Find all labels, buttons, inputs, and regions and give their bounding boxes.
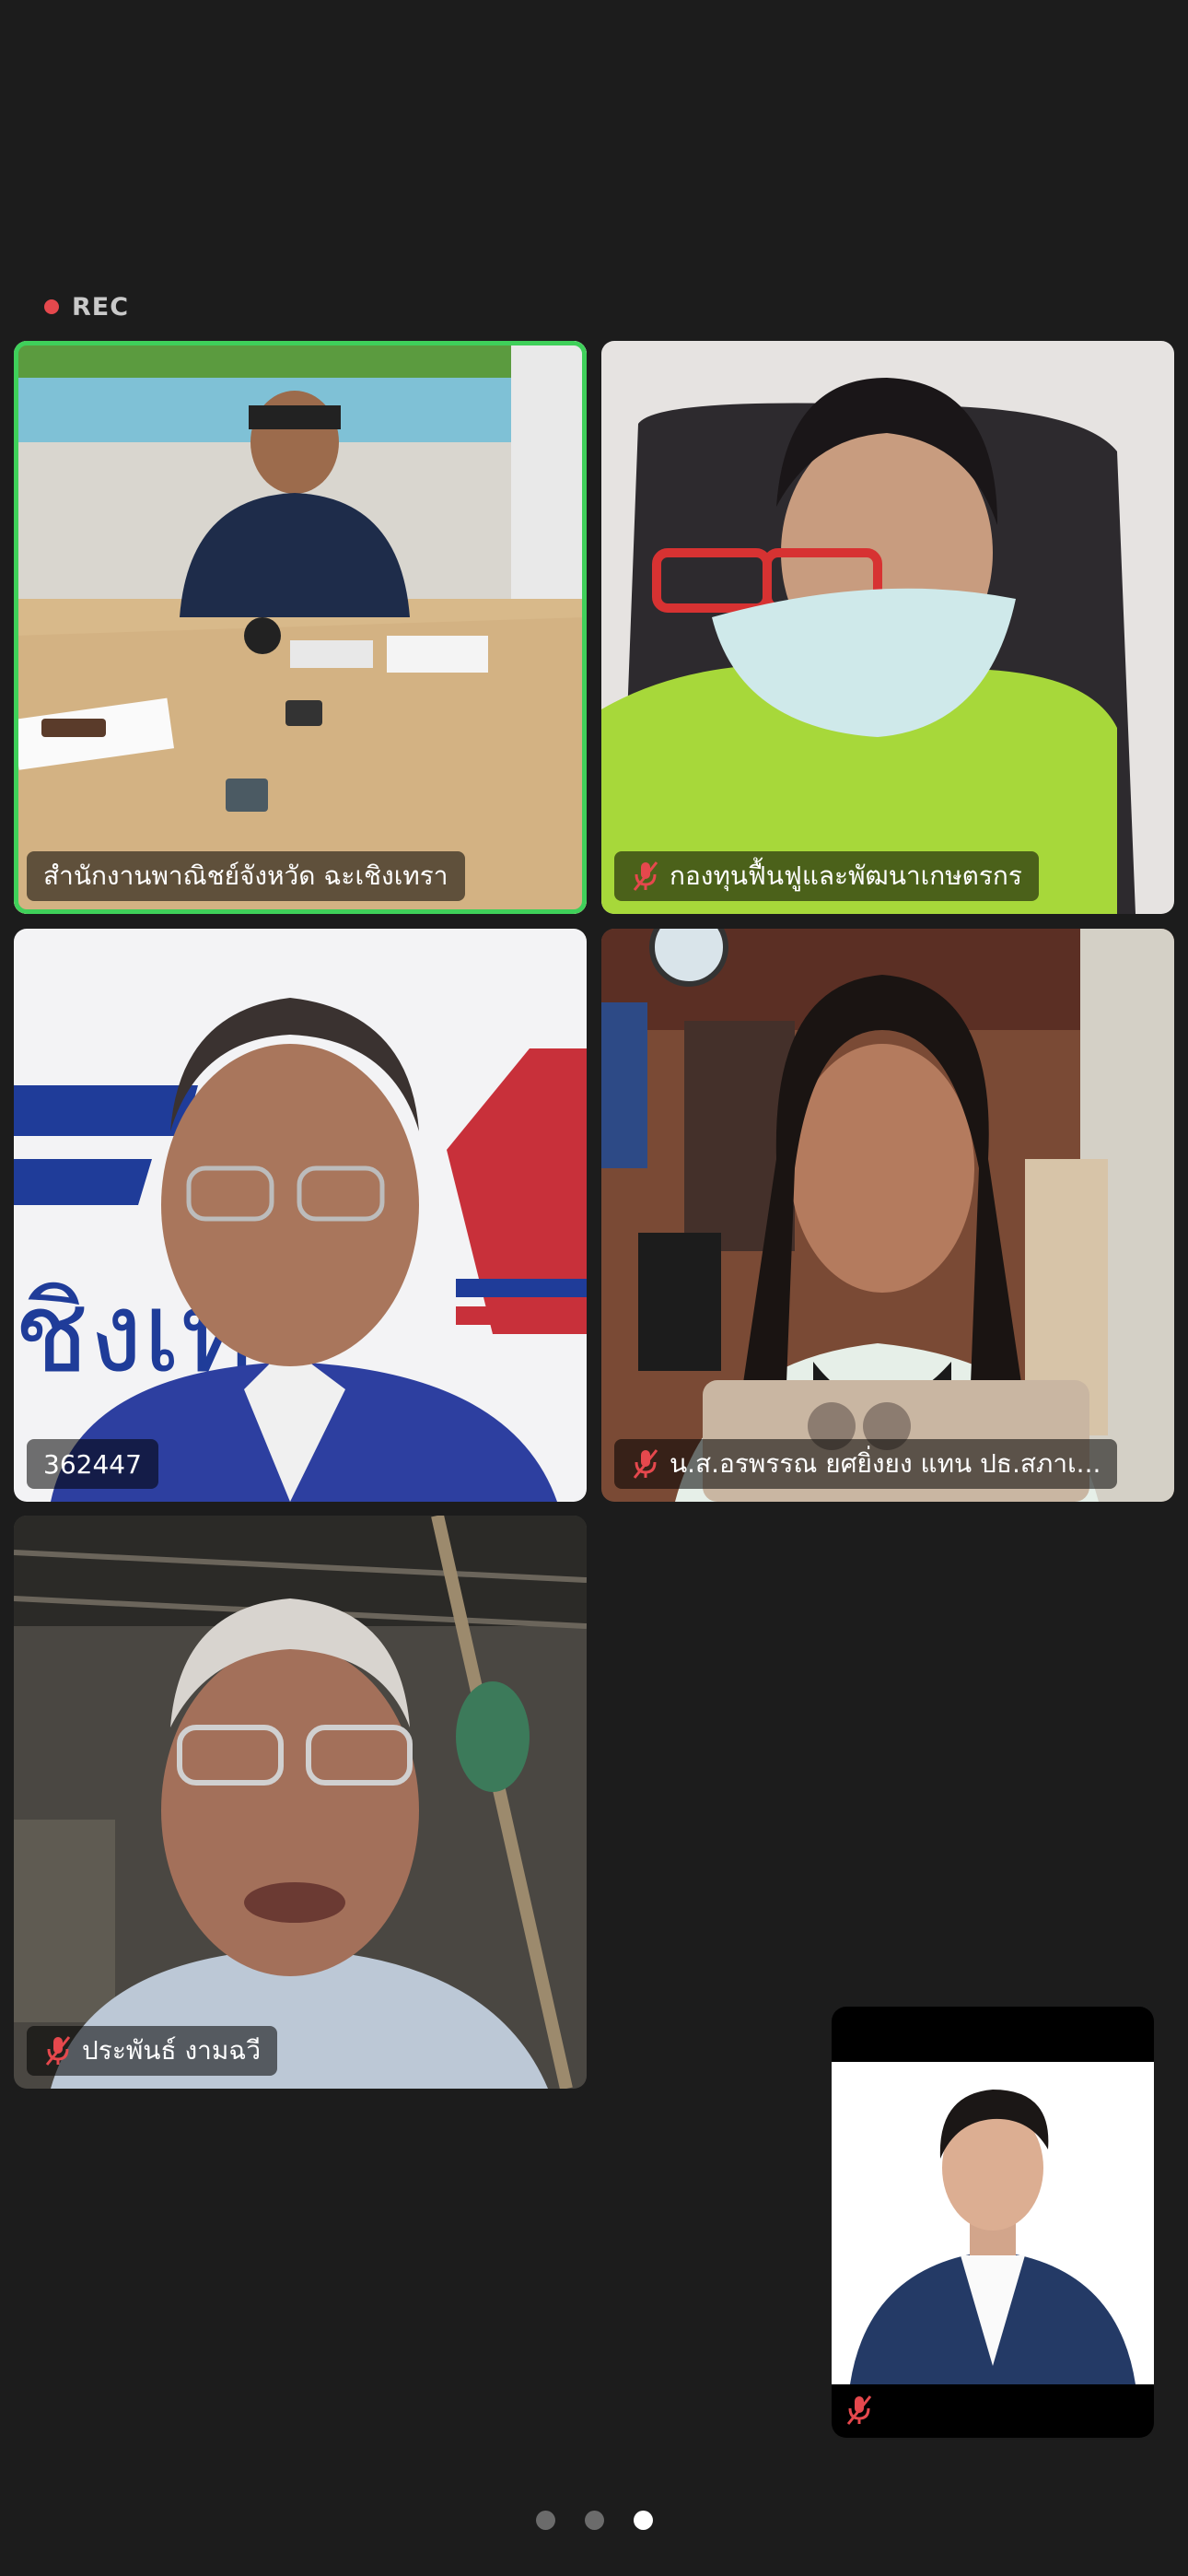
page-indicator — [0, 2511, 1188, 2530]
participant-video-5 — [14, 1516, 587, 2089]
page-dot-1[interactable] — [535, 2511, 555, 2530]
recording-indicator: REC — [44, 287, 129, 326]
participant-name-5: ประพันธ์ งามฉวี — [82, 2035, 262, 2066]
mic-muted-icon — [846, 2395, 872, 2425]
participant-video-4 — [601, 929, 1174, 1502]
participant-name-tag-3: 362447 — [27, 1439, 158, 1489]
participant-name-tag-1: สำนักงานพาณิชย์จังหวัด ฉะเชิงเทรา — [27, 851, 465, 901]
participant-video-1 — [14, 341, 587, 914]
mic-muted-icon — [45, 2036, 71, 2066]
participant-name-tag-2: กองทุนฟื้นฟูและพัฒนาเกษตรกร — [614, 851, 1039, 901]
participant-video-2 — [601, 341, 1174, 914]
mic-muted-icon — [633, 1449, 658, 1479]
participant-video-3: ชิงเท — [14, 929, 587, 1502]
participant-tile-5[interactable]: ประพันธ์ งามฉวี — [14, 1516, 587, 2089]
participant-name-tag-4: น.ส.อรพรรณ ยศยิ่งยง แทน ปธ.สภาเ... — [614, 1439, 1118, 1489]
participant-tile-1[interactable]: สำนักงานพาณิชย์จังหวัด ฉะเชิงเทรา — [14, 341, 587, 914]
participant-tile-4[interactable]: น.ส.อรพรรณ ยศยิ่งยง แทน ปธ.สภาเ... — [601, 929, 1174, 1502]
page-dot-2[interactable] — [584, 2511, 604, 2530]
page-dot-3[interactable] — [633, 2511, 653, 2530]
self-video — [832, 2062, 1154, 2384]
participant-name-3: 362447 — [43, 1448, 142, 1480]
recording-dot-icon — [44, 299, 59, 314]
participant-name-1: สำนักงานพาณิชย์จังหวัด ฉะเชิงเทรา — [43, 861, 448, 891]
mic-muted-icon — [633, 861, 658, 891]
self-view[interactable] — [832, 2007, 1154, 2438]
participant-name-2: กองทุนฟื้นฟูและพัฒนาเกษตรกร — [670, 861, 1022, 891]
participant-name-4: น.ส.อรพรรณ ยศยิ่งยง แทน ปธ.สภาเ... — [670, 1448, 1101, 1479]
participant-tile-2[interactable]: กองทุนฟื้นฟูและพัฒนาเกษตรกร — [601, 341, 1174, 914]
participant-tile-3[interactable]: ชิงเท 362447 — [14, 929, 587, 1502]
participant-name-tag-5: ประพันธ์ งามฉวี — [27, 2026, 278, 2076]
recording-label: REC — [72, 292, 130, 322]
